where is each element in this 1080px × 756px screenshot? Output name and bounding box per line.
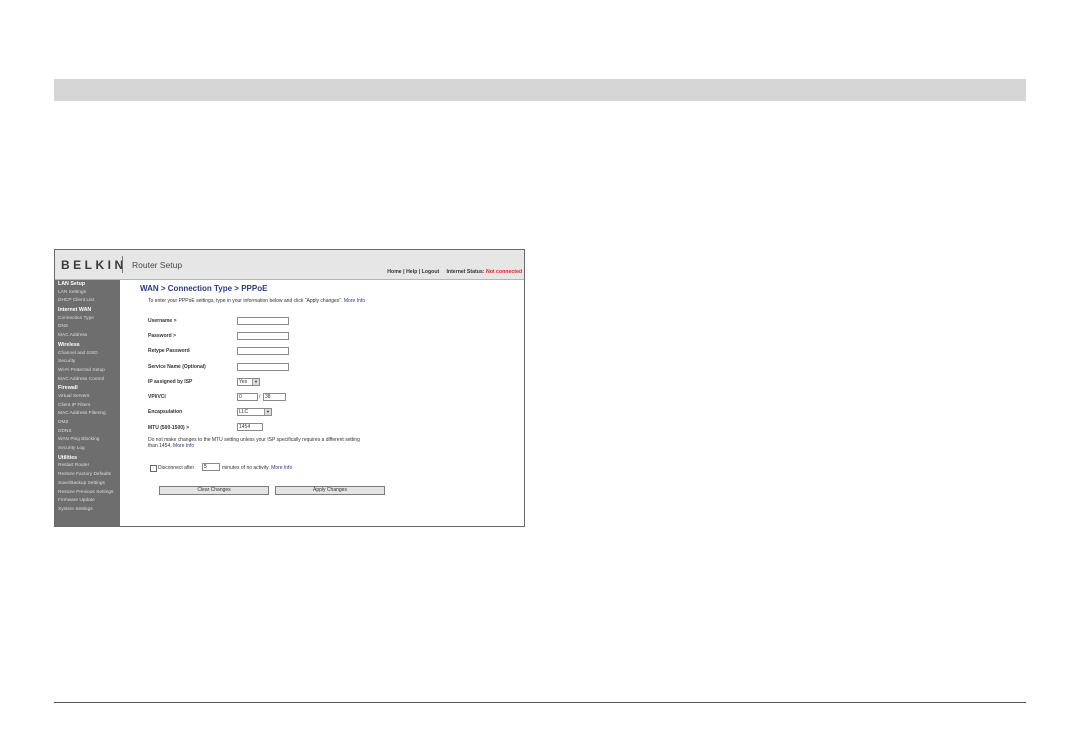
sidebar-item[interactable]: DNS (55, 323, 120, 332)
vpi-vci-label: VPI/VCI (148, 394, 166, 400)
ip-assigned-select[interactable]: Yes ▼ (237, 378, 260, 386)
disconnect-after-label: minutes of no activity. (222, 465, 270, 471)
username-label: Username > (148, 318, 177, 324)
app-title: Router Setup (132, 260, 183, 270)
disconnect-after-text: minutes of no activity. More Info (222, 465, 292, 471)
link-separator: | (418, 269, 421, 275)
page-top-band (54, 79, 1026, 101)
logo-divider (122, 256, 123, 273)
sidebar-heading: Firewall (58, 385, 78, 392)
encapsulation-select[interactable]: LLC ▼ (237, 408, 272, 416)
help-link[interactable]: Help (406, 269, 417, 275)
internet-status-value: Not connected (485, 269, 522, 275)
sidebar-heading: LAN Setup (58, 281, 86, 287)
sidebar-item[interactable]: DDNS (55, 428, 120, 437)
sidebar-item[interactable]: MAC Address (55, 332, 120, 341)
sidebar-item[interactable]: Restart Router (55, 462, 120, 471)
sidebar-item[interactable]: Virtual Servers (55, 393, 120, 402)
service-name-input[interactable] (237, 363, 289, 371)
username-input[interactable] (237, 317, 289, 325)
chevron-down-icon: ▼ (252, 379, 259, 385)
sidebar-nav: LAN Setup LAN Settings DHCP Client List Int… (55, 280, 120, 526)
disconnect-minutes-input[interactable]: 5 (202, 463, 220, 471)
sidebar-item[interactable]: MAC Address Filtering (55, 410, 120, 419)
sidebar-item[interactable]: Firmware Update (55, 497, 120, 506)
mtu-more-info-link[interactable]: More Info (173, 443, 194, 449)
encapsulation-value: LLC (239, 409, 249, 415)
retype-password-label: Retype Password (148, 348, 190, 354)
home-link[interactable]: Home (387, 269, 401, 275)
sidebar-item[interactable]: MAC Address Control (55, 376, 120, 385)
internet-status-label: Internet Status: (446, 269, 485, 275)
sidebar-item[interactable]: Security (55, 358, 120, 367)
intro-text: To enter your PPPoE settings, type in yo… (148, 298, 365, 304)
mtu-note-line2-wrap: than 1454. More Info (148, 443, 408, 449)
disconnect-label: Disconnect after (158, 465, 195, 471)
vci-input[interactable]: 38 (263, 393, 286, 401)
mtu-input[interactable]: 1454 (237, 423, 263, 431)
ip-assigned-value: Yes (239, 379, 248, 385)
page-bottom-rule (54, 702, 1026, 703)
sidebar-item[interactable]: DMZ (55, 419, 120, 428)
page-title: WAN > Connection Type > PPPoE (140, 284, 268, 293)
vpi-input[interactable]: 0 (237, 393, 258, 401)
header-links: Home | Help | Logout Internet Status: No… (387, 269, 522, 275)
encapsulation-label: Encapsulation (148, 409, 183, 415)
sidebar-item[interactable]: Security Log (55, 445, 120, 454)
password-label: Password > (148, 333, 176, 339)
sidebar-item[interactable]: Restore Previous Settings (55, 489, 120, 498)
sidebar-heading: Wireless (58, 341, 80, 348)
belkin-logo: BELKIN (61, 258, 127, 272)
router-setup-screenshot: BELKIN Router Setup Home | Help | Logout… (54, 249, 525, 527)
retype-password-input[interactable] (237, 347, 289, 355)
sidebar-item[interactable]: LAN Settings (55, 289, 120, 298)
logout-link[interactable]: Logout (422, 269, 440, 275)
apply-changes-button[interactable]: Apply Changes (275, 486, 385, 495)
sidebar-heading: Utilities (58, 454, 78, 461)
sidebar-item[interactable]: Client IP Filters (55, 402, 120, 411)
sidebar-item[interactable]: Wi-Fi Protected Setup (55, 367, 120, 376)
sidebar-item[interactable]: Connection Type (55, 315, 120, 324)
disconnect-more-info-link[interactable]: More Info (271, 465, 292, 471)
service-name-label: Service Name (Optional) (148, 364, 206, 370)
disconnect-checkbox[interactable] (150, 465, 157, 472)
mtu-note-line2: than 1454. (148, 443, 172, 449)
ip-assigned-label: IP assigned by ISP (148, 379, 193, 385)
password-input[interactable] (237, 332, 289, 340)
sidebar-item[interactable]: Save/Backup Settings (55, 480, 120, 489)
mtu-note: Do not make changes to the MTU setting u… (148, 437, 408, 449)
chevron-down-icon: ▼ (264, 409, 271, 415)
clear-changes-button[interactable]: Clear Changes (159, 486, 269, 495)
sidebar-item[interactable]: System Settings (55, 506, 120, 515)
sidebar-item[interactable]: DHCP Client List (55, 297, 120, 306)
sidebar-item[interactable]: WAN Ping Blocking (55, 436, 120, 445)
link-separator: | (403, 269, 405, 275)
mtu-label: MTU (500-1500) > (148, 425, 189, 431)
router-header: BELKIN Router Setup Home | Help | Logout… (55, 250, 524, 280)
main-content: WAN > Connection Type > PPPoE To enter y… (120, 280, 524, 526)
vpi-vci-separator: / (259, 394, 261, 400)
intro-sentence: To enter your PPPoE settings, type in yo… (148, 298, 343, 304)
sidebar-item[interactable]: Restore Factory Defaults (55, 471, 120, 480)
sidebar-item[interactable]: Channel and SSID (55, 350, 120, 359)
more-info-link[interactable]: More Info (344, 298, 365, 304)
sidebar-heading: Internet WAN (58, 307, 92, 314)
